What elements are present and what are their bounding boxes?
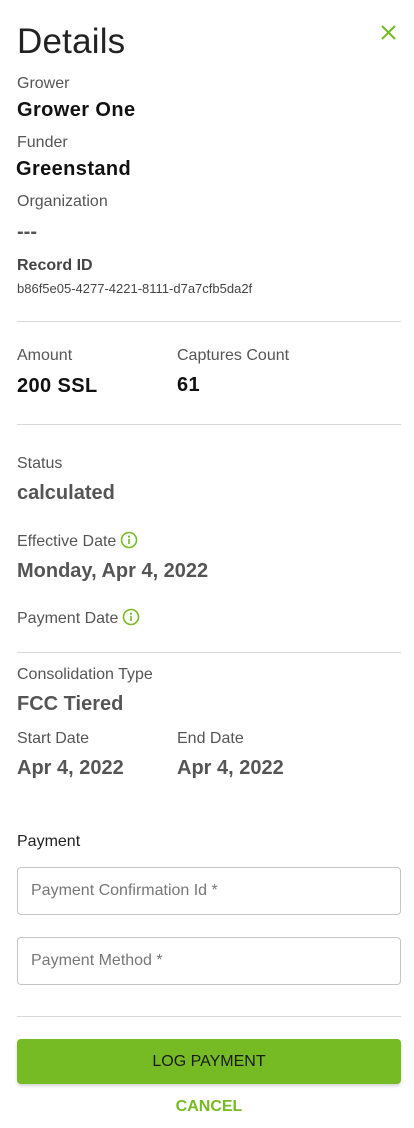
funder-value: Greenstand <box>16 158 132 180</box>
start-date-value: Apr 4, 2022 <box>17 757 124 779</box>
end-date-value: Apr 4, 2022 <box>177 757 284 779</box>
payment-date-label: Payment Date <box>17 610 119 627</box>
organization-label: Organization <box>17 193 108 210</box>
divider <box>17 652 401 653</box>
payment-method-field[interactable] <box>17 937 401 985</box>
grower-value: Grower One <box>17 99 136 121</box>
cancel-button[interactable]: CANCEL <box>17 1095 401 1119</box>
captures-count-label: Captures Count <box>177 347 290 364</box>
status-value: calculated <box>17 482 115 504</box>
amount-value: 200 SSL <box>17 375 98 397</box>
page-title: Details <box>17 22 126 61</box>
consolidation-type-label: Consolidation Type <box>17 666 153 683</box>
status-label: Status <box>17 455 63 472</box>
organization-value: --- <box>17 221 37 243</box>
grower-label: Grower <box>17 75 70 92</box>
close-icon <box>381 25 396 40</box>
consolidation-type-value: FCC Tiered <box>17 693 124 715</box>
log-payment-button[interactable]: LOG PAYMENT <box>17 1039 401 1084</box>
info-icon[interactable] <box>120 531 138 549</box>
divider <box>17 1016 401 1017</box>
info-icon[interactable] <box>122 608 140 626</box>
end-date-label: End Date <box>177 730 244 747</box>
payment-section-label: Payment <box>17 833 81 850</box>
payment-method-input[interactable] <box>18 938 400 984</box>
record-id-value: b86f5e05-4277-4221-8111-d7a7cfb5da2f <box>17 281 253 296</box>
amount-label: Amount <box>17 347 73 364</box>
payment-confirmation-input[interactable] <box>18 868 400 914</box>
payment-confirmation-field[interactable] <box>17 867 401 915</box>
effective-date-label: Effective Date <box>17 533 117 550</box>
effective-date-label-row: Effective Date <box>17 531 138 552</box>
divider <box>17 424 401 425</box>
divider <box>17 321 401 322</box>
close-button[interactable] <box>376 20 402 46</box>
effective-date-value: Monday, Apr 4, 2022 <box>17 560 209 582</box>
record-id-label: Record ID <box>17 257 93 274</box>
payment-date-label-row: Payment Date <box>17 608 140 629</box>
start-date-label: Start Date <box>17 730 90 747</box>
funder-label: Funder <box>17 134 68 151</box>
captures-count-value: 61 <box>177 374 201 396</box>
